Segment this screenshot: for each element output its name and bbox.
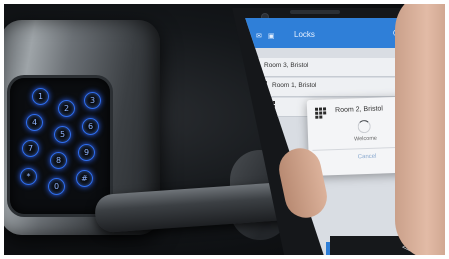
keypad-key: 1 [32,88,49,105]
keypad-key: 3 [84,92,101,109]
loading-spinner-icon [357,119,371,134]
keypad-key: 6 [82,118,99,135]
keypad-key: # [76,170,93,187]
lock-name: Room 3, Bristol [264,62,309,69]
keypad-key: 8 [50,152,67,169]
cancel-button[interactable]: Cancel [358,154,377,161]
dialog-message: Welcome [354,135,378,143]
keypad: 1 2 3 4 5 6 7 8 9 * 0 # [10,78,110,214]
lock-grid-icon [314,107,329,121]
hand [395,0,449,259]
keypad-key: 7 [22,140,39,157]
keypad-key: 5 [54,126,71,143]
keypad-key: * [20,168,37,185]
phone-speaker [290,10,340,14]
photo-scene: 123456789*0# ◉ ✉ ▣ Locks ⏻ Room 3, Brist… [0,0,449,259]
keypad-key: 9 [78,144,95,161]
lock-name: Room 1, Bristol [272,82,317,89]
keypad-key: 0 [48,178,65,195]
dialog-title: Room 2, Bristol [334,105,384,115]
keypad-key: 4 [26,114,43,131]
page-title: Locks [294,30,315,39]
keypad-key: 2 [58,100,75,117]
